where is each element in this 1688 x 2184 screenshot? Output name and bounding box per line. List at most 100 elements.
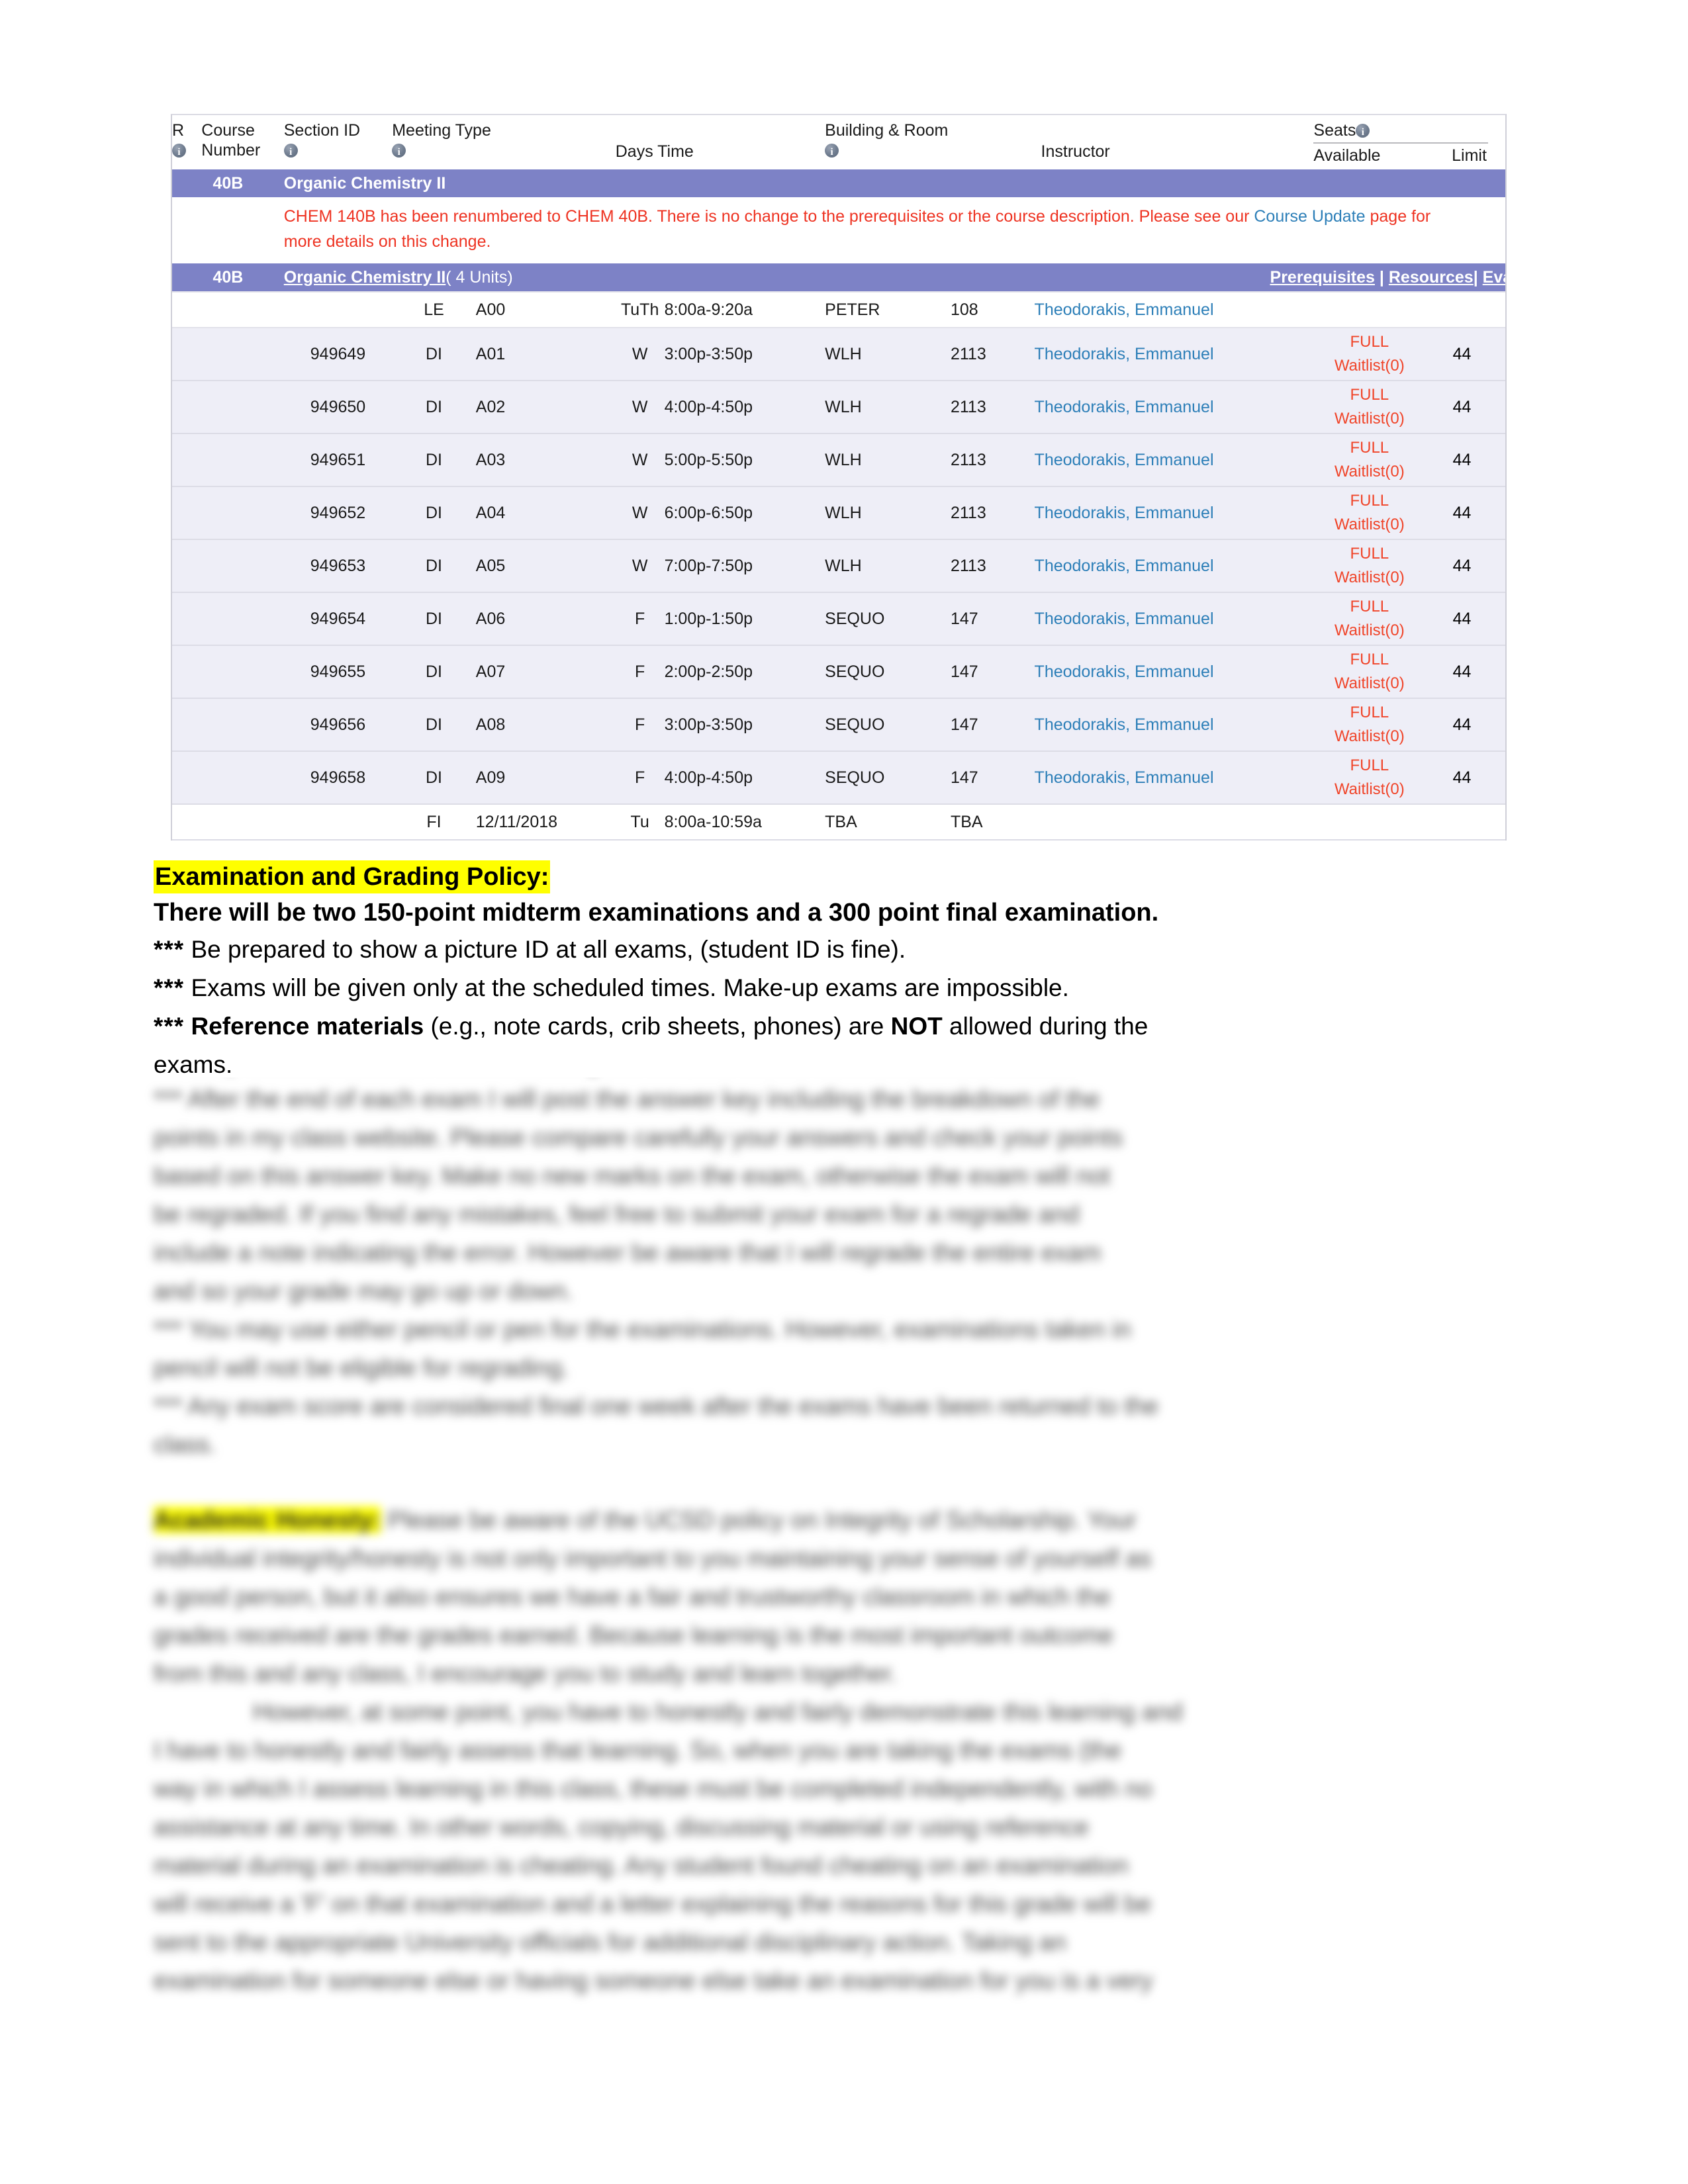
row-3-availability: FULL Waitlist(0) <box>1313 433 1426 487</box>
row-2-instructor[interactable]: Theodorakis, Emmanuel <box>1034 381 1314 434</box>
row-5-section: A05 <box>475 539 616 593</box>
row-8-building: SEQUO <box>825 698 951 752</box>
row-6-book-cell[interactable] <box>1498 592 1505 646</box>
table-row-final-exam: FI 12/11/2018 Tu 8:00a-10:59a TBA TBA <box>172 803 1505 841</box>
row-1-instructor[interactable]: Theodorakis, Emmanuel <box>1034 328 1314 381</box>
policy-lead-sentence: There will be two 150-point midterm exam… <box>154 899 1159 927</box>
table-row: 949652 DI A04 W 6:00p-6:50p WLH 2113 The… <box>172 486 1505 540</box>
info-icon-meeting-type[interactable] <box>392 142 406 162</box>
header-available-label: Available <box>1313 146 1381 165</box>
header-course-line2: Number <box>201 141 261 159</box>
prerequisites-link[interactable]: Prerequisites <box>1270 268 1375 287</box>
row-2-book-cell[interactable] <box>1498 381 1505 434</box>
table-row: 949649 DI A01 W 3:00p-3:50p WLH 2113 The… <box>172 328 1505 381</box>
redacted-para-3-line-4: material during an examination is cheati… <box>154 1852 1129 1879</box>
row-7-instructor[interactable]: Theodorakis, Emmanuel <box>1034 645 1314 699</box>
row-10-time: 8:00a-10:59a <box>664 803 825 841</box>
row-0-time: 8:00a-9:20a <box>664 291 825 328</box>
redacted-para-3-line-1: I have to honestly and fairly assess tha… <box>154 1737 1122 1764</box>
row-2-building: WLH <box>825 381 951 434</box>
redacted-para-1-line-5: include a note indicating the error. How… <box>154 1239 1102 1266</box>
row-9-section-id: 949658 <box>283 751 393 805</box>
academic-honesty-heading: Academic Honesty: <box>154 1506 381 1533</box>
info-icon-section-id[interactable] <box>283 142 298 162</box>
row-0-section-id <box>283 291 393 328</box>
redacted-body-text: *** Only material that was covered durin… <box>154 1077 1524 2000</box>
row-6-meeting-type: DI <box>392 592 476 646</box>
header-days-label: Days Time <box>615 142 694 161</box>
row-5-book-cell[interactable] <box>1498 539 1505 593</box>
redacted-para-2-line-0: Academic Honesty: Please be aware of the… <box>154 1501 1524 1539</box>
renumber-note-cell: CHEM 140B has been renumbered to CHEM 40… <box>283 197 1505 263</box>
row-9-days: F <box>615 751 665 805</box>
row-9-room: 147 <box>950 751 1035 805</box>
seats-divider <box>1313 142 1488 144</box>
info-icon-seats[interactable] <box>1356 122 1370 142</box>
row-4-time: 6:00p-6:50p <box>664 486 825 540</box>
policy-item-3-not: NOT <box>890 1013 943 1040</box>
row-3-instructor-name: Theodorakis, Emmanuel <box>1034 450 1214 469</box>
course-links-cell: Prerequisites | Resources| Evaluations <box>950 263 1505 292</box>
policy-item-2-stars: *** <box>154 974 185 1001</box>
row-3-instructor[interactable]: Theodorakis, Emmanuel <box>1034 433 1314 487</box>
row-2-waitlist: Waitlist(0) <box>1334 410 1405 428</box>
header-building-room-label: Building & Room <box>825 121 949 140</box>
redacted-para-2-line-3: grades received are the grades earned. B… <box>154 1621 1113 1649</box>
row-4-instructor-name: Theodorakis, Emmanuel <box>1034 503 1214 522</box>
table-row: 949655 DI A07 F 2:00p-2:50p SEQUO 147 Th… <box>172 645 1505 699</box>
row-6-days: F <box>615 592 665 646</box>
row-6-limit: 44 <box>1425 592 1499 646</box>
row-4-instructor[interactable]: Theodorakis, Emmanuel <box>1034 486 1314 540</box>
info-icon-restriction[interactable] <box>172 142 186 162</box>
row-2-section: A02 <box>475 381 616 434</box>
redacted-gap-1 <box>154 1464 1524 1501</box>
row-1-days: W <box>615 328 665 381</box>
row-1-book-cell[interactable] <box>1498 328 1505 381</box>
policy-item-3-stars: *** <box>154 1013 185 1040</box>
header-instructor-label: Instructor <box>1041 142 1110 161</box>
resources-link[interactable]: Resources <box>1389 268 1474 287</box>
table-row-lecture: LE A00 TuTh 8:00a-9:20a PETER 108 Theodo… <box>172 291 1505 328</box>
row-9-waitlist: Waitlist(0) <box>1334 780 1405 798</box>
row-9-meeting-type: DI <box>392 751 476 805</box>
row-5-instructor-name: Theodorakis, Emmanuel <box>1034 556 1214 575</box>
header-section-id-label: Section ID <box>283 121 361 140</box>
course-bar-2-title-cell: Organic Chemistry II( 4 Units) <box>283 263 951 292</box>
row-7-time: 2:00p-2:50p <box>664 645 825 699</box>
row-5-instructor[interactable]: Theodorakis, Emmanuel <box>1034 539 1314 593</box>
row-9-building: SEQUO <box>825 751 951 805</box>
row-4-availability: FULL Waitlist(0) <box>1313 486 1426 540</box>
redacted-para-3-line-0: However, at some point, you have to hone… <box>253 1698 1183 1725</box>
table-row: 949651 DI A03 W 5:00p-5:50p WLH 2113 The… <box>172 433 1505 487</box>
policy-item-2-text: Exams will be given only at the schedule… <box>184 974 1069 1001</box>
evaluations-link[interactable]: Evaluations <box>1483 268 1505 287</box>
row-9-book-cell[interactable] <box>1498 751 1505 805</box>
course-update-link[interactable]: Course Update <box>1254 207 1365 226</box>
row-5-availability: FULL Waitlist(0) <box>1313 539 1426 593</box>
info-icon-building-room[interactable] <box>825 142 839 162</box>
header-course-number: Course Number <box>201 115 283 169</box>
row-10-room: TBA <box>950 803 1035 841</box>
policy-heading-wrap: Examination and Grading Policy: <box>154 860 1521 893</box>
course-title-link[interactable]: Organic Chemistry II <box>284 268 446 287</box>
row-3-waitlist: Waitlist(0) <box>1334 463 1405 480</box>
row-6-availability: FULL Waitlist(0) <box>1313 592 1426 646</box>
row-8-book-cell[interactable] <box>1498 698 1505 752</box>
row-1-building: WLH <box>825 328 951 381</box>
policy-item-3-tail: allowed during the <box>942 1013 1149 1040</box>
header-meeting-type: Meeting Type <box>392 115 616 169</box>
table-header-row: R Course Number Section ID Meeting Type … <box>172 115 1505 169</box>
header-course-line1: Course <box>201 121 255 140</box>
row-8-instructor[interactable]: Theodorakis, Emmanuel <box>1034 698 1314 752</box>
row-9-instructor[interactable]: Theodorakis, Emmanuel <box>1034 751 1314 805</box>
row-4-book-cell[interactable] <box>1498 486 1505 540</box>
row-8-availability: FULL Waitlist(0) <box>1313 698 1426 752</box>
row-5-section-id: 949653 <box>283 539 393 593</box>
row-3-section: A03 <box>475 433 616 487</box>
row-7-meeting-type: DI <box>392 645 476 699</box>
row-7-book-cell[interactable] <box>1498 645 1505 699</box>
row-0-room: 108 <box>950 291 1035 328</box>
row-3-book-cell[interactable] <box>1498 433 1505 487</box>
row-0-instructor[interactable]: Theodorakis, Emmanuel <box>1034 291 1314 328</box>
row-6-instructor[interactable]: Theodorakis, Emmanuel <box>1034 592 1314 646</box>
